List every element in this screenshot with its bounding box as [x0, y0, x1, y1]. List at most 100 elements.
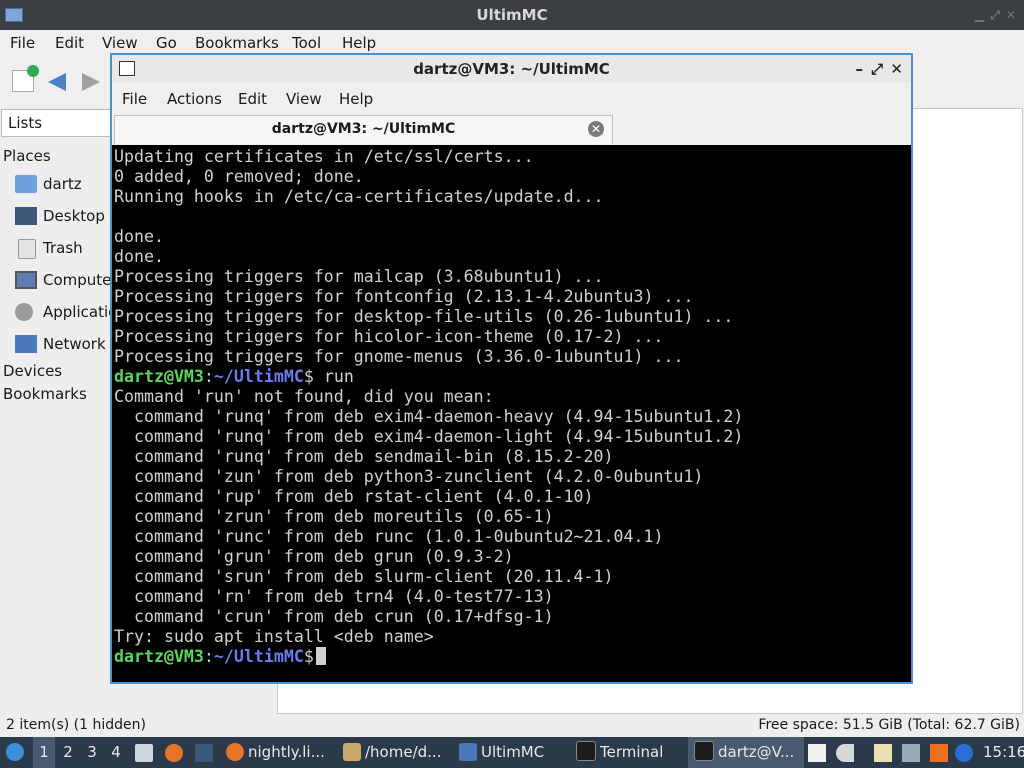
- terminal-output-line: done.: [114, 227, 164, 246]
- terminal-output-line: Processing triggers for desktop-file-uti…: [114, 307, 734, 326]
- devices-heading[interactable]: Devices: [3, 362, 62, 380]
- prompt-line: dartz@VM3:~/UltimMC$ run: [114, 367, 909, 387]
- menu-help[interactable]: Help: [342, 34, 376, 52]
- terminal-output-line: command 'grun' from deb grun (0.9.3-2): [114, 547, 514, 566]
- prompt-user: dartz@VM3: [114, 367, 204, 386]
- terminal-window[interactable]: dartz@VM3: ~/UltimMC – ⤢ ✕ File Actions …: [110, 53, 913, 684]
- terminal-output-line: Processing triggers for gnome-menus (3.3…: [114, 347, 684, 366]
- typed-command: run: [313, 367, 354, 386]
- terminal-output-line: Processing triggers for hicolor-icon-the…: [114, 327, 664, 346]
- menu-edit[interactable]: Edit: [55, 34, 84, 52]
- folder-icon: [5, 8, 23, 22]
- file-manager-launcher-icon[interactable]: [135, 744, 153, 762]
- task-label: UltimMC: [481, 743, 545, 761]
- terminal-output-line: command 'rup' from deb rstat-client (4.0…: [114, 487, 594, 506]
- close-icon[interactable]: ✕: [890, 55, 903, 83]
- terminal-output-line: Command 'run' not found, did you mean:: [114, 387, 494, 406]
- minimize-icon[interactable]: –: [856, 55, 864, 83]
- side-panel-mode-select[interactable]: Lists: [1, 109, 123, 137]
- menu-bookmarks[interactable]: Bookmarks: [195, 34, 279, 52]
- network-icon[interactable]: [902, 744, 920, 762]
- clock[interactable]: 15:16: [983, 737, 1024, 768]
- terminal-output-line: Updating certificates in /etc/ssl/certs.…: [114, 147, 534, 166]
- side-panel-mode-value: Lists: [8, 114, 43, 132]
- terminal-menu-help[interactable]: Help: [339, 90, 373, 108]
- notes-icon[interactable]: [874, 744, 892, 762]
- terminal-launcher-icon[interactable]: [195, 744, 213, 762]
- start-menu-icon[interactable]: [6, 737, 28, 768]
- forward-arrow-icon[interactable]: [82, 73, 100, 91]
- task-ultimmc[interactable]: UltimMC: [459, 737, 544, 768]
- terminal-menu-actions[interactable]: Actions: [167, 90, 222, 108]
- new-tab-icon[interactable]: [12, 65, 39, 92]
- terminal-output-line: done.: [114, 247, 164, 266]
- terminal-icon: [576, 741, 596, 761]
- close-tab-icon[interactable]: ✕: [588, 121, 604, 137]
- task-label: /home/d...: [365, 743, 442, 761]
- close-icon[interactable]: ✕: [1006, 0, 1016, 30]
- terminal-output-line: command 'runq' from deb exim4-daemon-lig…: [114, 427, 744, 446]
- applications-icon: [15, 303, 33, 321]
- workspace-3[interactable]: 3: [81, 737, 103, 768]
- task-home-folder[interactable]: /home/d...: [343, 737, 441, 768]
- file-manager-title: UltimMC: [476, 6, 548, 24]
- firefox-icon: [226, 743, 244, 761]
- terminal-icon: [694, 741, 714, 761]
- terminal-output-line: Try: sudo apt install <deb name>: [114, 627, 434, 646]
- terminal-window-title: dartz@VM3: ~/UltimMC: [413, 60, 610, 78]
- task-terminal[interactable]: Terminal: [576, 737, 663, 768]
- home-folder-icon: [15, 175, 37, 193]
- terminal-output-line: command 'rn' from deb trn4 (4.0-test77-1…: [114, 587, 554, 606]
- menu-view[interactable]: View: [102, 34, 138, 52]
- bookmarks-heading[interactable]: Bookmarks: [3, 385, 87, 403]
- terminal-menu-edit[interactable]: Edit: [238, 90, 267, 108]
- terminal-output-line: command 'srun' from deb slurm-client (20…: [114, 567, 614, 586]
- place-label: Computer: [43, 271, 118, 289]
- file-manager-titlebar: UltimMC ▁ ⤢ ✕: [0, 0, 1024, 30]
- task-firefox-nightly[interactable]: nightly.li...: [226, 737, 325, 768]
- prompt-path: ~/UltimMC: [213, 367, 304, 386]
- place-label: Trash: [43, 239, 83, 257]
- back-arrow-icon[interactable]: [48, 73, 66, 91]
- workspace-4[interactable]: 4: [105, 737, 127, 768]
- updates-icon[interactable]: [930, 744, 948, 762]
- maximize-icon[interactable]: ⤢: [871, 55, 883, 83]
- terminal-output-line: 0 added, 0 removed; done.: [114, 167, 364, 186]
- place-label: dartz: [43, 175, 82, 193]
- workspace-2[interactable]: 2: [57, 737, 79, 768]
- network-icon: [15, 335, 37, 353]
- menu-tool[interactable]: Tool: [292, 34, 321, 52]
- folder-icon: [459, 743, 477, 761]
- minimize-icon[interactable]: ▁: [975, 0, 984, 30]
- maximize-icon[interactable]: ⤢: [990, 0, 1000, 30]
- menu-file[interactable]: File: [10, 34, 35, 52]
- info-icon[interactable]: [955, 744, 973, 762]
- terminal-tab[interactable]: dartz@VM3: ~/UltimMC ✕: [114, 115, 613, 144]
- terminal-tab-label: dartz@VM3: ~/UltimMC: [271, 121, 456, 137]
- desktop-icon: [15, 207, 37, 225]
- places-heading: Places: [3, 147, 51, 165]
- place-label: Network: [43, 335, 106, 353]
- task-label: Terminal: [600, 743, 664, 761]
- task-dartz-terminal[interactable]: dartz@V...: [688, 737, 805, 768]
- terminal-menu-view[interactable]: View: [286, 90, 322, 108]
- place-label: Desktop: [43, 207, 105, 225]
- terminal-menubar: File Actions Edit View Help: [112, 83, 911, 113]
- prompt-path: ~/UltimMC: [213, 647, 304, 666]
- prompt-colon: :: [203, 367, 214, 386]
- terminal-output-line: command 'crun' from deb crun (0.17+dfsg-…: [114, 607, 554, 626]
- text-cursor: [315, 647, 326, 665]
- terminal-output[interactable]: Updating certificates in /etc/ssl/certs.…: [114, 147, 909, 682]
- terminal-output-line: Processing triggers for mailcap (3.68ubu…: [114, 267, 604, 286]
- firefox-launcher-icon[interactable]: [165, 744, 183, 762]
- menu-go[interactable]: Go: [156, 34, 177, 52]
- terminal-menu-file[interactable]: File: [122, 90, 147, 108]
- prompt-symbol: $: [303, 367, 314, 386]
- volume-icon[interactable]: [836, 744, 854, 762]
- terminal-titlebar[interactable]: dartz@VM3: ~/UltimMC – ⤢ ✕: [112, 55, 911, 83]
- active-prompt-line[interactable]: dartz@VM3:~/UltimMC$: [114, 647, 909, 667]
- clipboard-icon[interactable]: [808, 744, 826, 762]
- terminal-output-line: Processing triggers for fontconfig (2.13…: [114, 287, 694, 306]
- workspace-1[interactable]: 1: [33, 737, 55, 768]
